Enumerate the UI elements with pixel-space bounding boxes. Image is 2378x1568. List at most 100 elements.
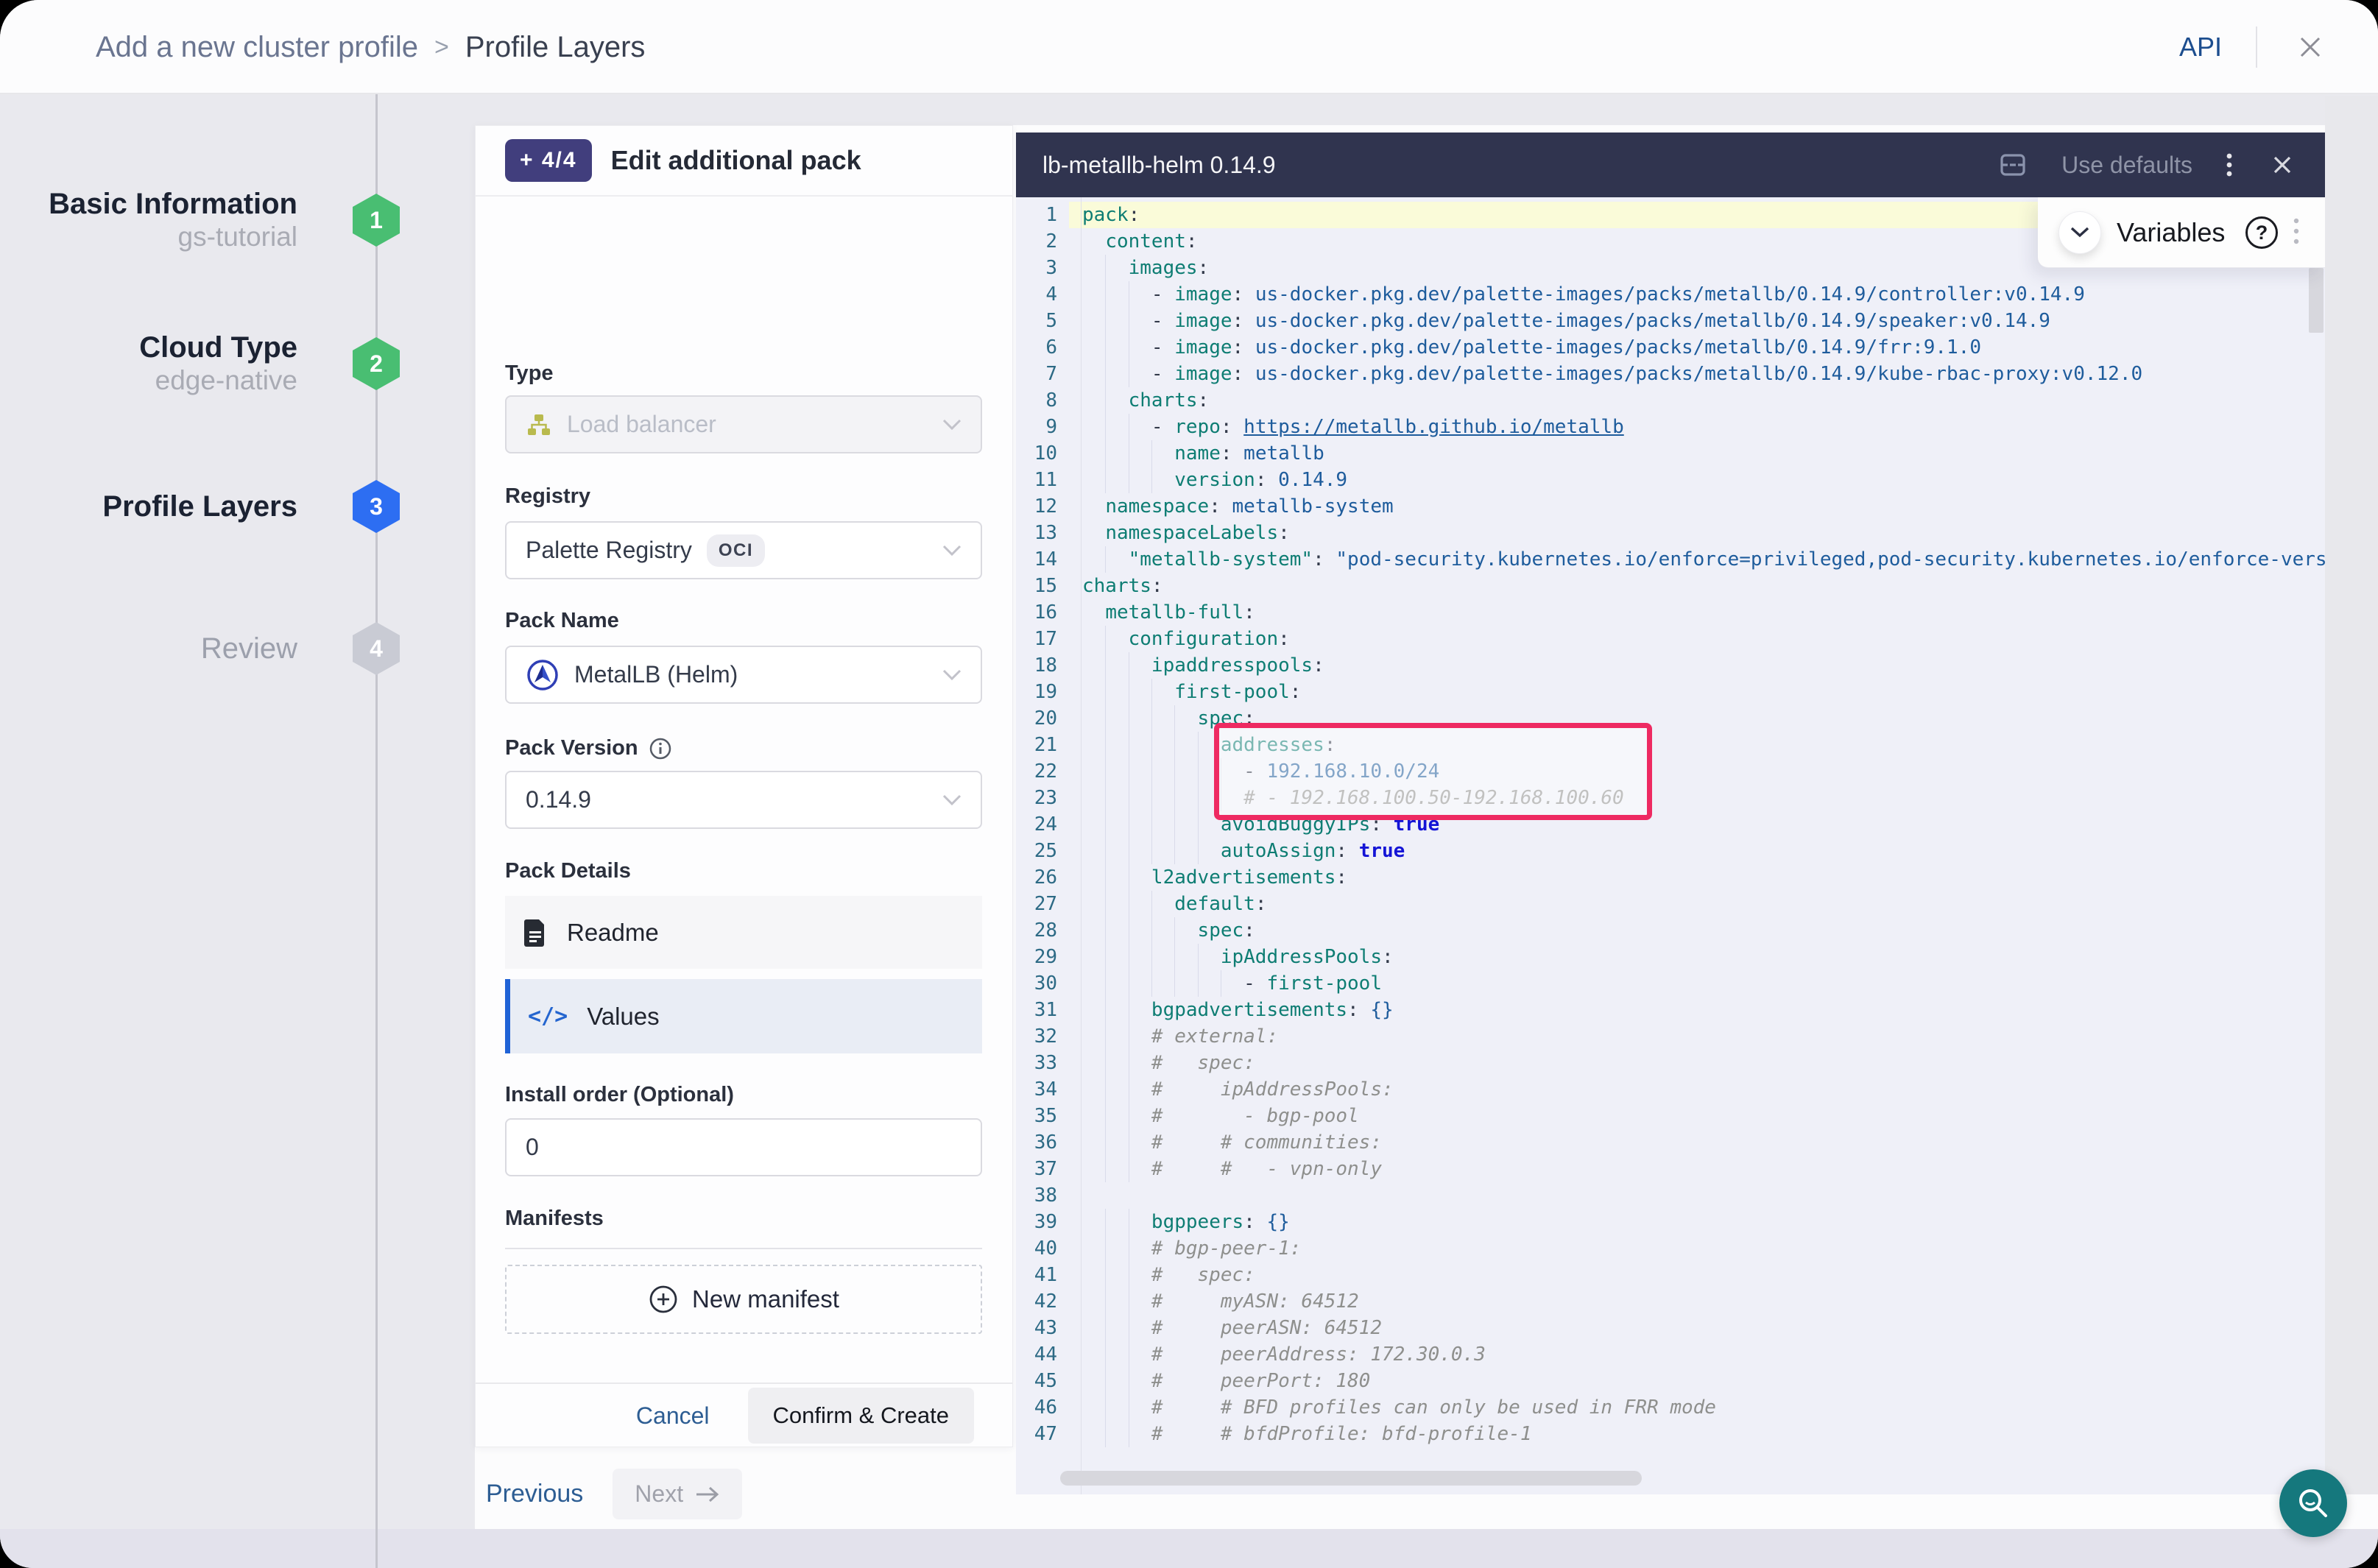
- new-manifest-button[interactable]: New manifest: [505, 1265, 982, 1334]
- cancel-button[interactable]: Cancel: [636, 1402, 710, 1430]
- step-sub-basic-information: gs-tutorial: [0, 222, 297, 252]
- line-number: 39: [1016, 1209, 1069, 1235]
- stepper-line: [375, 94, 378, 1568]
- line-number: 19: [1016, 679, 1069, 705]
- line-number: 7: [1016, 361, 1069, 387]
- search-icon: [2296, 1486, 2331, 1521]
- pack-name-label: Pack Name: [505, 609, 619, 633]
- line-number: 22: [1016, 758, 1069, 785]
- code-line: 46 # # BFD profiles can only be used in …: [1016, 1394, 2325, 1421]
- sidebar-item-profile-layers[interactable]: Profile Layers: [0, 490, 297, 523]
- chevron-down-icon: [2070, 227, 2089, 239]
- step-badge-basic-information[interactable]: 1: [353, 194, 400, 247]
- info-icon[interactable]: [649, 737, 672, 760]
- code-line: 24 avoidBuggyIPs: true: [1016, 811, 2325, 838]
- line-number: 33: [1016, 1050, 1069, 1076]
- code-line: 40 # bgp-peer-1:: [1016, 1235, 2325, 1262]
- step-badge-cloud-type[interactable]: 2: [353, 337, 400, 390]
- step-badge-profile-layers[interactable]: 3: [353, 480, 400, 533]
- chevron-down-icon: [942, 794, 962, 806]
- line-number: 23: [1016, 785, 1069, 811]
- tab-readme[interactable]: Readme: [505, 896, 982, 969]
- right-gutter: [2325, 96, 2378, 1494]
- code-values-icon: </>: [528, 1003, 568, 1029]
- code-line: 45 # peerPort: 180: [1016, 1368, 2325, 1394]
- help-icon[interactable]: ?: [2245, 216, 2278, 249]
- code-line: 5 - image: us-docker.pkg.dev/palette-ima…: [1016, 308, 2325, 334]
- yaml-code-editor[interactable]: 1pack:2 content:3 images:4 - image: us-d…: [1016, 197, 2325, 1494]
- registry-select[interactable]: Palette Registry OCI: [505, 521, 982, 579]
- close-icon: [2294, 31, 2326, 63]
- code-line: 33 # spec:: [1016, 1050, 2325, 1076]
- breadcrumb-current: Profile Layers: [465, 31, 646, 64]
- code-line: 29 ipAddressPools:: [1016, 944, 2325, 970]
- editor-header: lb-metallb-helm 0.14.9 Use defaults: [1016, 133, 2325, 197]
- code-line: 6 - image: us-docker.pkg.dev/palette-ima…: [1016, 334, 2325, 361]
- line-number: 41: [1016, 1262, 1069, 1288]
- sidebar-item-review[interactable]: Review: [0, 632, 297, 665]
- code-line: 38: [1016, 1182, 2325, 1209]
- line-number: 28: [1016, 917, 1069, 944]
- code-line: 42 # myASN: 64512: [1016, 1288, 2325, 1315]
- close-wizard-button[interactable]: [2291, 28, 2329, 66]
- line-number: 24: [1016, 811, 1069, 838]
- type-select[interactable]: Load balancer: [505, 395, 982, 453]
- line-number: 45: [1016, 1368, 1069, 1394]
- line-number: 10: [1016, 440, 1069, 467]
- variables-menu-button[interactable]: [2293, 215, 2300, 254]
- code-line: 31 bgpadvertisements: {}: [1016, 997, 2325, 1023]
- pack-details-label: Pack Details: [505, 859, 631, 883]
- new-manifest-label: New manifest: [692, 1285, 839, 1313]
- previous-button[interactable]: Previous: [486, 1480, 583, 1508]
- code-line: 21 addresses:: [1016, 732, 2325, 758]
- load-balancer-icon: [526, 412, 552, 438]
- variables-collapse-button[interactable]: [2058, 211, 2101, 254]
- step-badge-review[interactable]: 4: [353, 622, 400, 675]
- search-fab-button[interactable]: [2279, 1469, 2347, 1537]
- editor-menu-button[interactable]: [2222, 146, 2237, 184]
- step-sub-cloud-type: edge-native: [0, 365, 297, 396]
- horizontal-scrollbar[interactable]: [1060, 1471, 1642, 1486]
- tab-values[interactable]: </> Values: [505, 979, 982, 1053]
- diff-compare-icon: [1997, 149, 2029, 181]
- type-label: Type: [505, 361, 554, 386]
- code-line: 20 spec:: [1016, 705, 2325, 732]
- line-number: 18: [1016, 652, 1069, 679]
- code-line: 41 # spec:: [1016, 1262, 2325, 1288]
- bottom-strip: [0, 1529, 2378, 1568]
- code-line: 47 # # bfdProfile: bfd-profile-1: [1016, 1421, 2325, 1447]
- line-number: 15: [1016, 573, 1069, 599]
- registry-value: Palette Registry: [526, 537, 692, 564]
- line-number: 36: [1016, 1129, 1069, 1156]
- install-order-input[interactable]: 0: [505, 1118, 982, 1176]
- step-number: 2: [370, 350, 383, 378]
- code-line: 43 # peerASN: 64512: [1016, 1315, 2325, 1341]
- code-line: 35 # - bgp-pool: [1016, 1103, 2325, 1129]
- sidebar-item-basic-information[interactable]: Basic Information: [0, 188, 297, 221]
- chevron-down-icon: [942, 419, 962, 431]
- line-number: 27: [1016, 891, 1069, 917]
- api-link[interactable]: API: [2179, 32, 2222, 63]
- sidebar-item-cloud-type[interactable]: Cloud Type: [0, 331, 297, 364]
- pack-version-select[interactable]: 0.14.9: [505, 771, 982, 829]
- next-button[interactable]: Next: [613, 1469, 742, 1519]
- pack-version-label: Pack Version: [505, 736, 672, 760]
- values-tab-label: Values: [587, 1003, 659, 1031]
- variables-label: Variables: [2117, 197, 2225, 268]
- code-line: 25 autoAssign: true: [1016, 838, 2325, 864]
- code-line: 7 - image: us-docker.pkg.dev/palette-ima…: [1016, 361, 2325, 387]
- confirm-create-button[interactable]: Confirm & Create: [748, 1388, 974, 1444]
- breadcrumb-parent[interactable]: Add a new cluster profile: [96, 31, 418, 64]
- top-bar: Add a new cluster profile > Profile Laye…: [0, 0, 2378, 94]
- line-number: 32: [1016, 1023, 1069, 1050]
- line-number: 6: [1016, 334, 1069, 361]
- vertical-scrollbar[interactable]: [2309, 268, 2324, 333]
- diff-view-button[interactable]: [1994, 146, 2032, 184]
- line-number: 14: [1016, 546, 1069, 573]
- step-number: 4: [370, 635, 383, 663]
- editor-close-button[interactable]: [2266, 149, 2298, 181]
- pack-name-select[interactable]: MetalLB (Helm): [505, 646, 982, 704]
- use-defaults-button[interactable]: Use defaults: [2061, 152, 2192, 179]
- line-number: 38: [1016, 1182, 1069, 1209]
- code-line: 8 charts:: [1016, 387, 2325, 414]
